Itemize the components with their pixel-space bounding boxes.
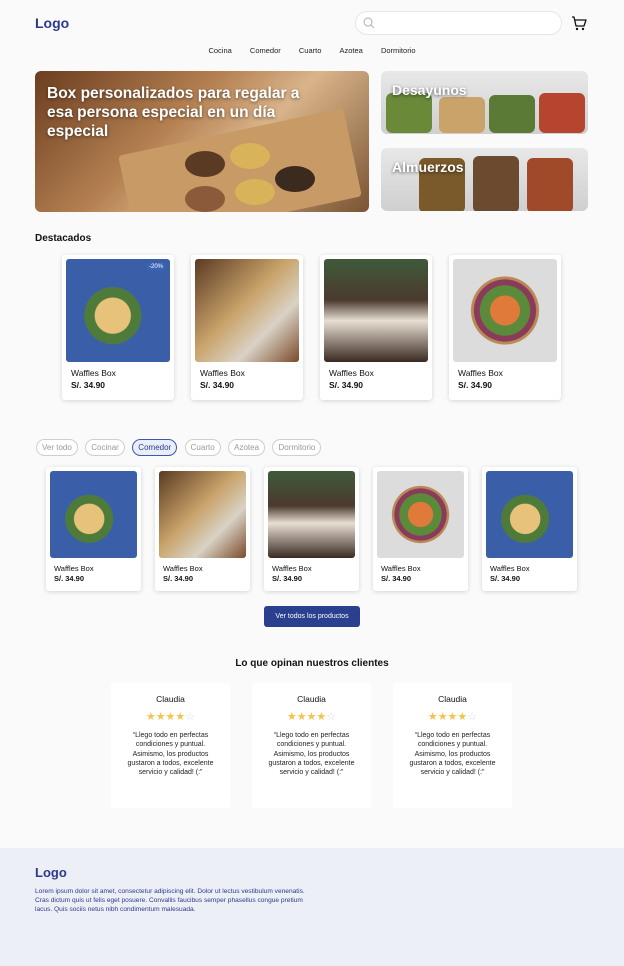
jar-image	[473, 156, 519, 211]
chip-ver-todo[interactable]: Ver todo	[36, 439, 78, 456]
product-price: S/. 34.90	[200, 380, 235, 390]
product-card[interactable]: Waffles Box S/. 34.90	[482, 467, 577, 591]
featured-product-card[interactable]: Waffles Box S/. 34.90	[191, 255, 303, 400]
main-nav: Cocina Comedor Cuarto Azotea Dormitorio	[0, 46, 624, 55]
search-icon	[363, 17, 375, 29]
hero-donut-image	[275, 166, 315, 192]
nav-item-comedor[interactable]: Comedor	[250, 46, 281, 55]
product-image	[159, 471, 246, 558]
header: Logo	[0, 0, 624, 46]
chip-cuarto[interactable]: Cuarto	[184, 439, 221, 456]
logo[interactable]: Logo	[35, 15, 69, 31]
jar-image	[489, 95, 535, 133]
reviewer-name: Claudia	[438, 694, 467, 704]
product-image: -20%	[66, 259, 170, 362]
product-price: S/. 34.90	[54, 574, 85, 583]
hero-donut-image	[230, 143, 270, 169]
jar-image	[539, 93, 585, 133]
product-price: S/. 34.90	[71, 380, 106, 390]
product-price: S/. 34.90	[163, 574, 194, 583]
jar-image	[439, 97, 485, 133]
featured-product-card[interactable]: Waffles Box S/. 34.90	[449, 255, 561, 400]
product-price: S/. 34.90	[490, 574, 521, 583]
review-card: Claudia ★★★★☆ “Llego todo en perfectas c…	[393, 683, 512, 808]
chip-comedor[interactable]: Comedor	[132, 439, 178, 456]
star-rating: ★★★★☆	[427, 711, 478, 723]
chip-dormitorio[interactable]: Dormitorio	[272, 439, 322, 456]
footer-logo[interactable]: Logo	[35, 865, 67, 880]
product-image	[486, 471, 573, 558]
reviewer-name: Claudia	[156, 694, 185, 704]
filter-chips: Ver todo Cocinar Comedor Cuarto Azotea D…	[36, 437, 324, 456]
star-rating: ★★★★☆	[145, 711, 196, 723]
review-card: Claudia ★★★★☆ “Llego todo en perfectas c…	[111, 683, 230, 808]
product-name: Waffles Box	[381, 564, 421, 573]
product-name: Waffles Box	[272, 564, 312, 573]
product-card[interactable]: Waffles Box S/. 34.90	[46, 467, 141, 591]
product-price: S/. 34.90	[272, 574, 303, 583]
category-title: Desayunos	[392, 82, 467, 98]
review-text: “Llego todo en perfectas condiciones y p…	[127, 732, 214, 777]
product-name: Waffles Box	[200, 368, 245, 378]
hero-donut-image	[185, 151, 225, 177]
reviewer-name: Claudia	[297, 694, 326, 704]
featured-product-card[interactable]: -20% Waffles Box S/. 34.90	[62, 255, 174, 400]
product-price: S/. 34.90	[329, 380, 364, 390]
nav-item-cocina[interactable]: Cocina	[208, 46, 231, 55]
product-image	[268, 471, 355, 558]
hero-title: Box personalizados para regalar a esa pe…	[47, 85, 300, 140]
nav-item-dormitorio[interactable]: Dormitorio	[381, 46, 416, 55]
jar-image	[386, 93, 432, 133]
category-title: Almuerzos	[392, 159, 464, 175]
product-price: S/. 34.90	[458, 380, 493, 390]
chip-cocinar[interactable]: Cocinar	[85, 439, 125, 456]
discount-badge: -20%	[145, 263, 166, 271]
product-name: Waffles Box	[71, 368, 116, 378]
hero-donut-image	[235, 179, 275, 205]
product-image	[324, 259, 428, 362]
search-input[interactable]	[355, 11, 562, 35]
product-price: S/. 34.90	[381, 574, 412, 583]
product-card[interactable]: Waffles Box S/. 34.90	[264, 467, 359, 591]
footer: Logo Lorem ipsum dolor sit amet, consect…	[0, 848, 624, 966]
featured-product-card[interactable]: Waffles Box S/. 34.90	[320, 255, 432, 400]
star-rating: ★★★★☆	[286, 711, 337, 723]
review-text: “Llego todo en perfectas condiciones y p…	[268, 732, 355, 777]
nav-item-cuarto[interactable]: Cuarto	[299, 46, 322, 55]
reviews-title: Lo que opinan nuestros clientes	[235, 658, 389, 669]
hero-banner[interactable]: Box personalizados para regalar a esa pe…	[35, 71, 369, 212]
product-name: Waffles Box	[458, 368, 503, 378]
product-image	[195, 259, 299, 362]
footer-text: Lorem ipsum dolor sit amet, consectetur …	[35, 888, 305, 913]
featured-title: Destacados	[35, 233, 92, 244]
hero-donut-image	[185, 186, 225, 212]
cart-icon[interactable]	[571, 15, 587, 31]
category-card-almuerzos[interactable]: Almuerzos	[381, 148, 588, 211]
nav-item-azotea[interactable]: Azotea	[339, 46, 362, 55]
product-name: Waffles Box	[54, 564, 94, 573]
product-image	[453, 259, 557, 362]
product-image	[377, 471, 464, 558]
product-name: Waffles Box	[490, 564, 530, 573]
product-card[interactable]: Waffles Box S/. 34.90	[155, 467, 250, 591]
product-card[interactable]: Waffles Box S/. 34.90	[373, 467, 468, 591]
jar-image	[527, 158, 573, 211]
review-card: Claudia ★★★★☆ “Llego todo en perfectas c…	[252, 683, 371, 808]
product-image	[50, 471, 137, 558]
category-card-desayunos[interactable]: Desayunos	[381, 71, 588, 134]
chip-azotea[interactable]: Azotea	[228, 439, 266, 456]
view-all-products-button[interactable]: Ver todos los productos	[264, 606, 360, 627]
product-name: Waffles Box	[163, 564, 203, 573]
product-name: Waffles Box	[329, 368, 374, 378]
review-text: “Llego todo en perfectas condiciones y p…	[409, 732, 496, 777]
